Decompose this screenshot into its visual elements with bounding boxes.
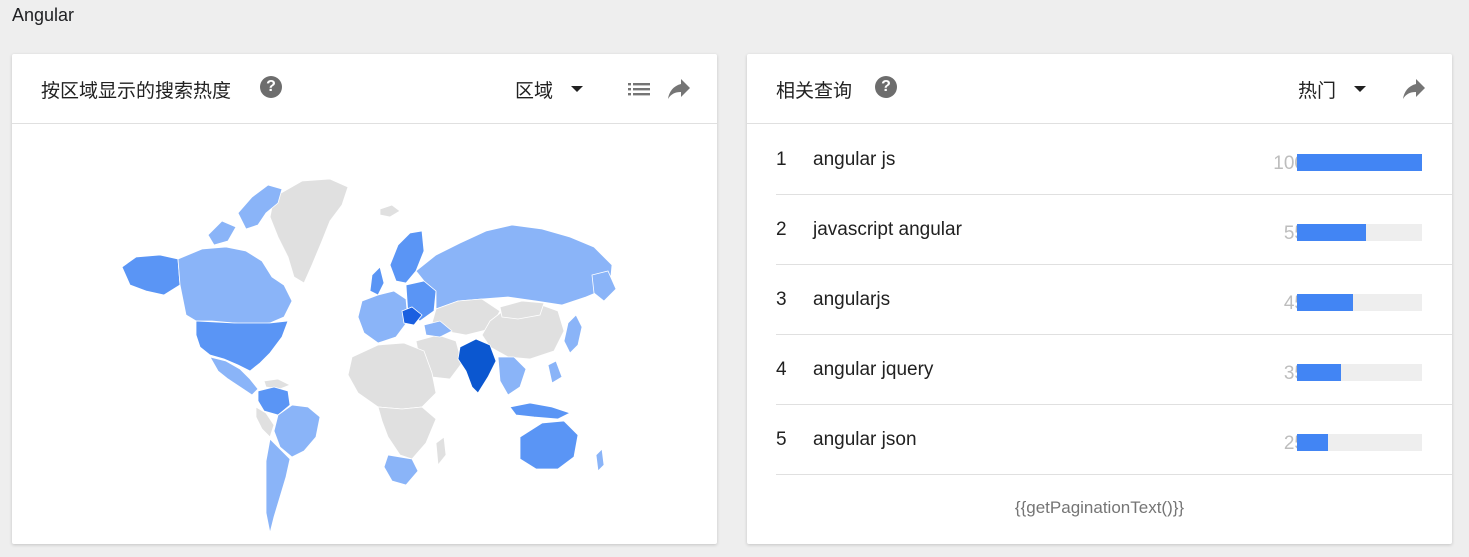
map-region-north-africa[interactable]	[347, 342, 437, 410]
region-dropdown-label: 区域	[515, 79, 554, 102]
map-region-madagascar[interactable]	[435, 436, 447, 467]
value-bar	[1297, 434, 1422, 451]
value-bar-fill	[1297, 294, 1354, 311]
map-region-greenland[interactable]	[269, 178, 349, 284]
help-icon[interactable]: ?	[260, 76, 282, 98]
list-item[interactable]: 2 javascript angular 55	[776, 195, 1452, 265]
map-region-canada[interactable]	[177, 246, 293, 326]
world-map-svg[interactable]	[12, 125, 717, 544]
share-icon[interactable]	[1401, 76, 1427, 102]
value-bar-fill	[1297, 154, 1422, 171]
map-region-uk[interactable]	[369, 266, 385, 296]
related-card-title: 相关查询	[776, 80, 853, 102]
map-region-south-africa[interactable]	[383, 454, 419, 486]
region-card-title: 按区域显示的搜索热度	[41, 80, 232, 102]
caret-down-icon	[571, 86, 584, 92]
value-bar	[1297, 364, 1422, 381]
map-region-iceland[interactable]	[379, 204, 401, 218]
row-rank: 1	[776, 149, 787, 170]
list-item[interactable]: 3 angularjs 45	[776, 265, 1452, 335]
value-bar	[1297, 224, 1422, 241]
list-item[interactable]: 5 angular json 25	[776, 405, 1452, 475]
map-region-alaska[interactable]	[121, 254, 181, 296]
map-region-japan[interactable]	[563, 314, 583, 354]
related-queries-card: 相关查询 ? 热门 1 angular js 100 2 javascript …	[747, 54, 1452, 544]
value-bar-fill	[1297, 364, 1341, 381]
row-query-link[interactable]: javascript angular	[813, 219, 962, 241]
region-interest-card: 按区域显示的搜索热度 ? 区域	[12, 54, 717, 544]
list-item[interactable]: 1 angular js 100	[776, 125, 1452, 195]
value-bar-fill	[1297, 224, 1366, 241]
row-rank: 2	[776, 219, 787, 240]
map-region-philippines[interactable]	[547, 360, 563, 384]
map-region-india[interactable]	[457, 338, 497, 394]
map-region-new-zealand[interactable]	[595, 448, 605, 472]
world-map[interactable]	[12, 125, 717, 544]
value-bar-fill	[1297, 434, 1329, 451]
map-region-russia-east[interactable]	[591, 270, 617, 302]
list-icon[interactable]	[626, 76, 652, 102]
map-region-western-europe[interactable]	[357, 290, 409, 344]
caret-down-icon	[1354, 86, 1367, 92]
row-rank: 4	[776, 359, 787, 380]
value-bar	[1297, 294, 1422, 311]
share-icon[interactable]	[666, 76, 692, 102]
related-type-dropdown[interactable]: 热门	[1298, 76, 1367, 102]
related-dropdown-label: 热门	[1298, 79, 1337, 102]
region-resolution-dropdown[interactable]: 区域	[515, 76, 584, 102]
region-card-header: 按区域显示的搜索热度 ? 区域	[12, 54, 717, 124]
map-region-central-africa[interactable]	[377, 406, 437, 460]
related-card-header: 相关查询 ? 热门	[747, 54, 1452, 124]
map-region-indonesia[interactable]	[509, 402, 572, 420]
row-rank: 5	[776, 429, 787, 450]
list-item[interactable]: 4 angular jquery 35	[776, 335, 1452, 405]
row-query-link[interactable]: angularjs	[813, 289, 890, 311]
page-title: Angular	[12, 5, 75, 25]
related-queries-list: 1 angular js 100 2 javascript angular 55…	[776, 125, 1452, 475]
pagination-text: {{getPaginationText()}}	[1014, 498, 1185, 517]
map-region-russia[interactable]	[415, 224, 613, 310]
map-region-brazil[interactable]	[273, 404, 321, 458]
row-query-link[interactable]: angular json	[813, 429, 917, 451]
value-bar	[1297, 154, 1422, 171]
map-region-argentina[interactable]	[265, 438, 291, 534]
help-icon[interactable]: ?	[875, 76, 897, 98]
map-region-australia[interactable]	[519, 420, 579, 470]
row-rank: 3	[776, 289, 787, 310]
map-region-canada-islands-2[interactable]	[207, 220, 237, 246]
row-query-link[interactable]: angular js	[813, 149, 895, 171]
map-region-usa[interactable]	[195, 320, 289, 372]
map-region-se-asia[interactable]	[497, 356, 527, 396]
row-query-link[interactable]: angular jquery	[813, 359, 933, 381]
